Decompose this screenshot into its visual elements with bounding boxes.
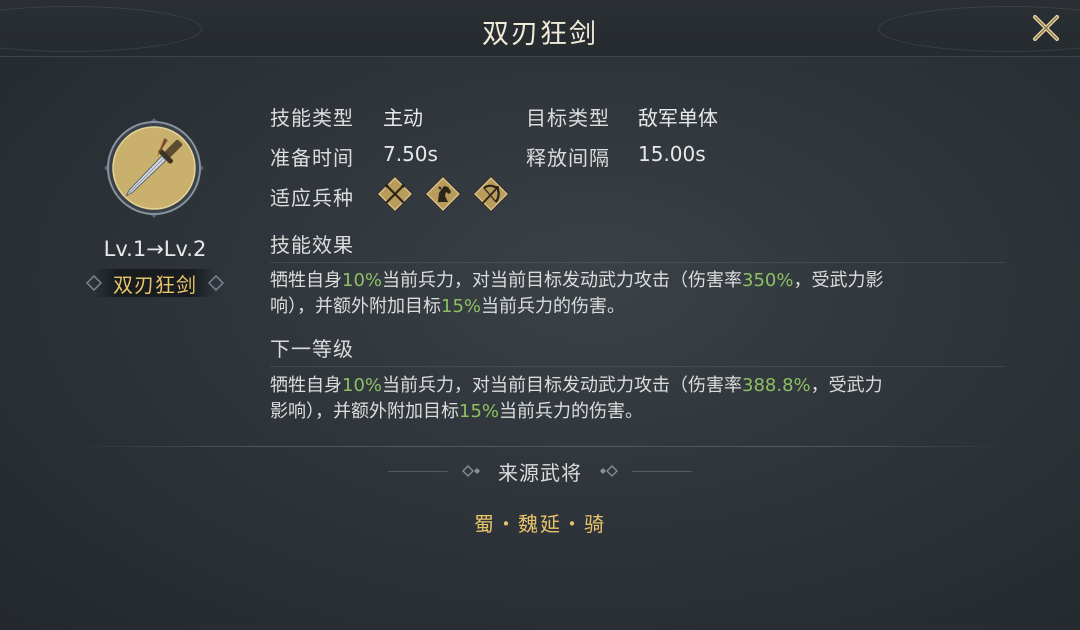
skill-type-value: 主动 [383, 106, 423, 130]
skill-icon-frame[interactable] [103, 117, 205, 219]
diamond-right-icon [208, 275, 224, 291]
skill-name-plate: 双刃狂剑 [82, 267, 228, 299]
source-general-name[interactable]: 蜀・魏延・骑 [0, 508, 1080, 537]
diamond-left-icon [86, 275, 102, 291]
divider-line-right [632, 470, 692, 472]
target-type-label: 目标类型 [526, 106, 610, 130]
prep-time-value: 7.50s [383, 142, 438, 166]
skill-effect-title: 技能效果 [270, 229, 1006, 263]
troop-type-label: 适应兵种 [270, 186, 354, 210]
source-general-title: 来源武将 [498, 460, 582, 485]
divider-line-left [388, 470, 448, 472]
source-header: 来源武将 [380, 456, 700, 486]
next-level-title: 下一等级 [270, 333, 1006, 367]
skill-effect-text: 牺牲自身10%当前兵力，对当前目标发动武力攻击（伤害率350%，受武力影 响），… [270, 268, 1010, 320]
title-bar: 双刃狂剑 [0, 0, 1080, 57]
skill-level: Lv.1→Lv.2 [103, 237, 207, 261]
next-level-line-1: 牺牲自身10%当前兵力，对当前目标发动武力攻击（伤害率388.8%，受武力 [270, 375, 883, 396]
troop-types [376, 175, 510, 213]
close-icon [1033, 15, 1059, 41]
twin-blade-sword-icon [104, 118, 204, 218]
section-divider [64, 446, 1020, 447]
cast-interval-label: 释放间隔 [526, 146, 610, 170]
next-level-line-2: 影响），并额外附加目标15%当前兵力的伤害。 [270, 401, 644, 422]
horse-icon[interactable] [424, 175, 462, 213]
bow-icon[interactable] [472, 175, 510, 213]
panel-title: 双刃狂剑 [482, 19, 598, 50]
skill-type-label: 技能类型 [270, 106, 354, 130]
target-type-value: 敌军单体 [638, 106, 718, 130]
skill-effect-line-2: 响），并额外附加目标15%当前兵力的伤害。 [270, 296, 626, 317]
close-button[interactable] [1028, 10, 1064, 46]
ornament-right-icon [600, 465, 618, 477]
cast-interval-value: 15.00s [638, 142, 706, 166]
skill-name: 双刃狂剑 [113, 272, 197, 297]
ornament-left-icon [462, 465, 480, 477]
prep-time-label: 准备时间 [270, 146, 354, 170]
next-level-text: 牺牲自身10%当前兵力，对当前目标发动武力攻击（伤害率388.8%，受武力 影响… [270, 373, 1010, 425]
crossed-spears-icon[interactable] [376, 175, 414, 213]
skill-effect-line-1: 牺牲自身10%当前兵力，对当前目标发动武力攻击（伤害率350%，受武力影 [270, 270, 884, 291]
